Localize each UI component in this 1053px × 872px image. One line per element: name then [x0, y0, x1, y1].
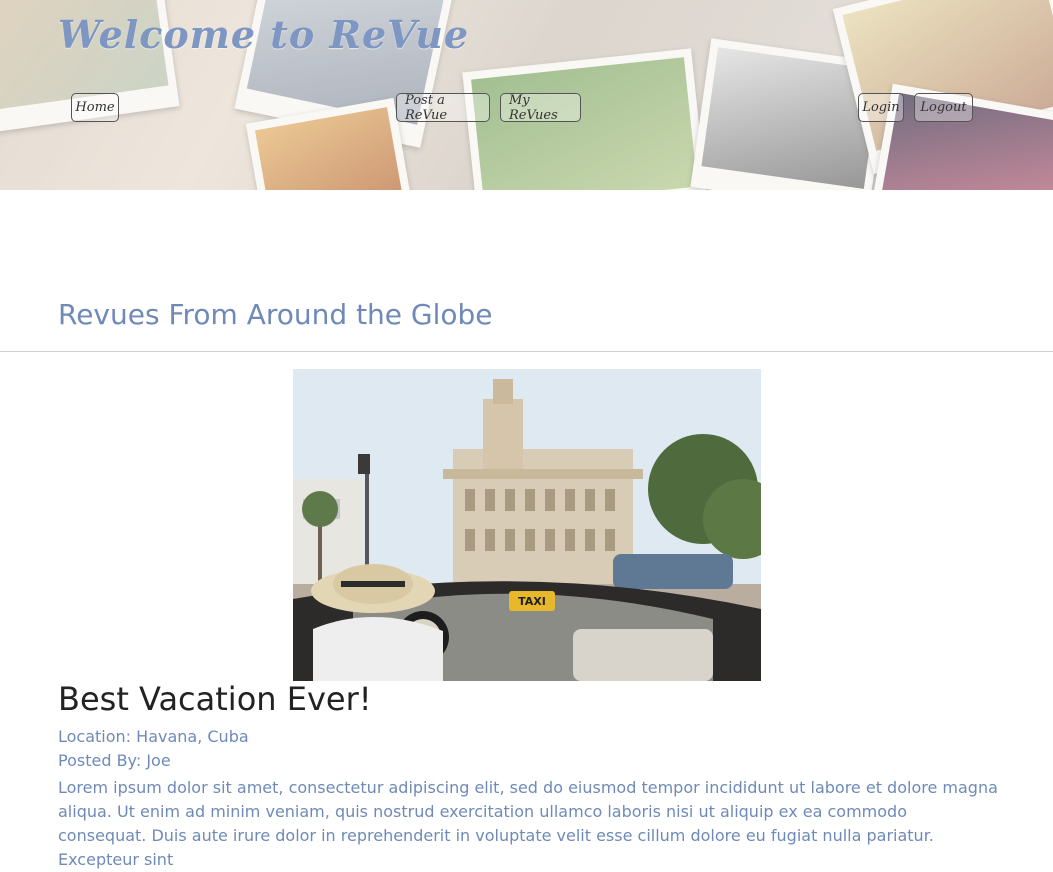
post-author: Posted By: Joe [58, 751, 171, 770]
post-revue-button[interactable]: Post a ReVue [396, 93, 490, 123]
post-location: Location: Havana, Cuba [58, 727, 249, 746]
section-divider [0, 351, 1053, 352]
my-revues-button[interactable]: My ReVues [500, 93, 581, 123]
header-banner: Welcome to ReVue Home Post a ReVue My Re… [0, 0, 1053, 190]
logout-button[interactable]: Logout [914, 93, 973, 122]
post-image: TAXI [293, 369, 761, 681]
posted-by-label: Posted By: [58, 751, 142, 770]
login-button[interactable]: Login [858, 93, 904, 122]
havana-street-illustration: TAXI [293, 369, 761, 681]
post-body: Lorem ipsum dolor sit amet, consectetur … [58, 778, 998, 869]
taxi-sign-text: TAXI [518, 595, 546, 608]
location-value: Havana, Cuba [136, 727, 249, 746]
section-title: Revues From Around the Globe [58, 298, 493, 331]
author-value: Joe [146, 751, 171, 770]
post-title: Best Vacation Ever! [58, 680, 372, 718]
home-button[interactable]: Home [71, 93, 119, 122]
site-title: Welcome to ReVue [58, 12, 470, 57]
location-label: Location: [58, 727, 132, 746]
